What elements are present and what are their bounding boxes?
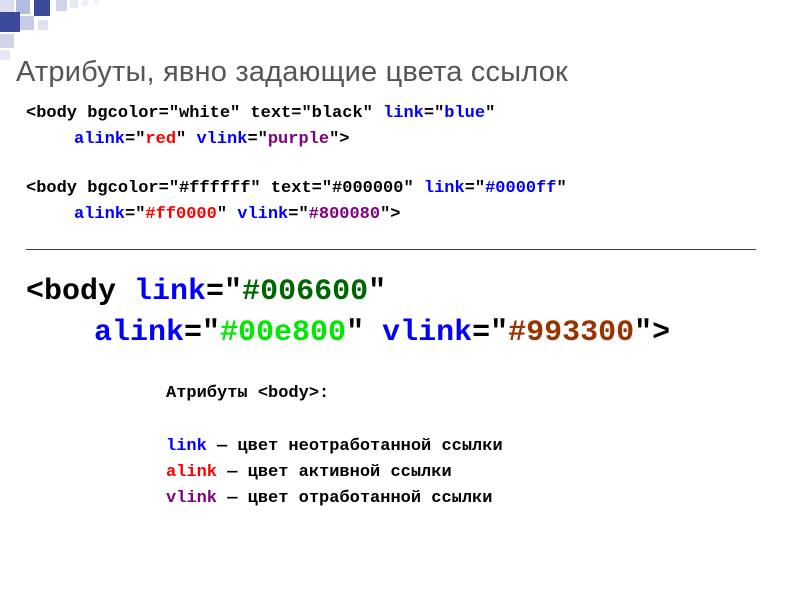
code-example-2: <body bgcolor="#ffffff" text="#000000" l… xyxy=(26,176,770,227)
attr-vlink: vlink xyxy=(196,130,247,149)
code-text: " xyxy=(368,275,386,309)
val-alink: #ff0000 xyxy=(145,205,216,224)
slide-title: Атрибуты, явно задающие цвета ссылок xyxy=(16,56,770,89)
attr-link: link xyxy=(383,104,424,123)
code-text: =" xyxy=(184,316,220,350)
code-text: " xyxy=(485,104,495,123)
code-text: =" xyxy=(206,275,242,309)
val-vlink: purple xyxy=(268,130,329,149)
attr-vlink: vlink xyxy=(382,316,472,350)
note-link-desc: — цвет неотработанной ссылки xyxy=(207,437,503,456)
note-link-name: link xyxy=(166,437,207,456)
divider xyxy=(26,249,756,250)
val-link: #006600 xyxy=(242,275,368,309)
code-text: "> xyxy=(380,205,400,224)
code-text: " xyxy=(557,179,567,198)
code-text: " xyxy=(217,205,237,224)
code-text: " xyxy=(346,316,382,350)
code-text: =" xyxy=(247,130,267,149)
code-text: =" xyxy=(288,205,308,224)
code-text: <body bgcolor="white" text="black" xyxy=(26,104,383,123)
code-text: "> xyxy=(329,130,349,149)
attribute-notes: Атрибуты <body>: link — цвет неотработан… xyxy=(166,381,770,513)
code-example-3: <body link="#006600" alink="#00e800" vli… xyxy=(26,272,770,353)
note-alink-name: alink xyxy=(166,463,217,482)
note-alink-desc: — цвет активной ссылки xyxy=(217,463,452,482)
code-text: " xyxy=(176,130,196,149)
attr-link: link xyxy=(424,179,465,198)
code-text: "> xyxy=(634,316,670,350)
attr-alink: alink xyxy=(94,316,184,350)
attr-link: link xyxy=(134,275,206,309)
notes-header: Атрибуты <body>: xyxy=(166,381,770,407)
val-link: blue xyxy=(444,104,485,123)
val-link: #0000ff xyxy=(485,179,556,198)
code-text: =" xyxy=(125,130,145,149)
code-text: =" xyxy=(424,104,444,123)
code-text: =" xyxy=(472,316,508,350)
attr-alink: alink xyxy=(74,130,125,149)
attr-vlink: vlink xyxy=(237,205,288,224)
code-text: =" xyxy=(125,205,145,224)
val-alink: #00e800 xyxy=(220,316,346,350)
code-text: <body xyxy=(26,275,134,309)
note-vlink-desc: — цвет отработанной ссылки xyxy=(217,489,492,508)
code-example-1: <body bgcolor="white" text="black" link=… xyxy=(26,101,770,152)
val-vlink: #993300 xyxy=(508,316,634,350)
val-alink: red xyxy=(145,130,176,149)
code-text: =" xyxy=(465,179,485,198)
note-vlink-name: vlink xyxy=(166,489,217,508)
attr-alink: alink xyxy=(74,205,125,224)
val-vlink: #800080 xyxy=(309,205,380,224)
code-text: <body bgcolor="#ffffff" text="#000000" xyxy=(26,179,424,198)
